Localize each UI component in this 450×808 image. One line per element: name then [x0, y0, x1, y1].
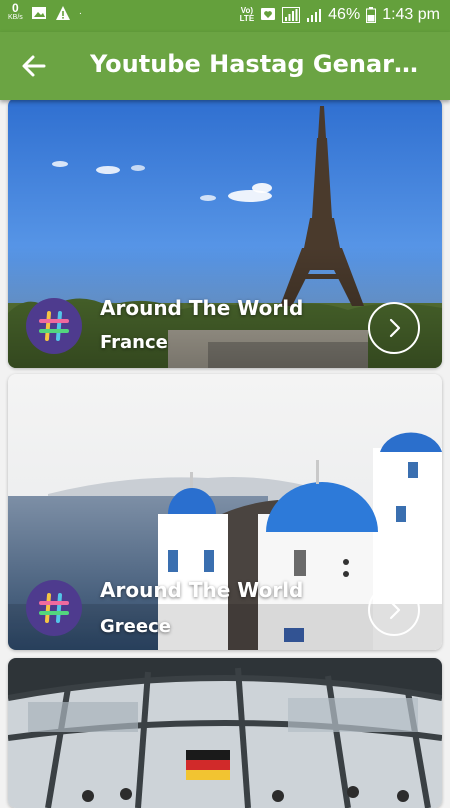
- net-speed-unit: KB/s: [8, 14, 23, 21]
- card-subtitle: France: [100, 332, 168, 353]
- card-title: Around The World: [100, 578, 304, 602]
- hashtag-icon: [39, 593, 69, 623]
- battery-percent: 46%: [328, 6, 361, 23]
- signal-icon: [307, 9, 322, 22]
- volte-bottom: LTE: [239, 14, 255, 23]
- page-title: Youtube Hastag Genarat…: [90, 50, 425, 78]
- hashtag-badge: [26, 298, 82, 354]
- destination-card[interactable]: [8, 658, 442, 808]
- hashtag-badge: [26, 580, 82, 636]
- app-bar: Youtube Hastag Genarat…: [0, 32, 450, 100]
- open-card-button[interactable]: [368, 584, 420, 636]
- destination-card[interactable]: Around The World France: [8, 98, 442, 368]
- clock: 1:43 pm: [382, 6, 440, 23]
- status-bar: 0 KB/s · Vo) LTE 46% 1:43 pm: [0, 0, 450, 32]
- chevron-right-icon: [389, 318, 401, 338]
- battery-icon: [366, 7, 377, 23]
- chat-icon: [261, 8, 276, 20]
- net-speed: 0 KB/s: [8, 1, 23, 22]
- volte-indicator: Vo) LTE: [240, 7, 255, 23]
- card-subtitle: Greece: [100, 616, 171, 637]
- hashtag-icon: [39, 311, 69, 341]
- open-card-button[interactable]: [368, 302, 420, 354]
- chevron-right-icon: [389, 600, 401, 620]
- card-title: Around The World: [100, 296, 304, 320]
- net-speed-value: 0: [12, 1, 19, 15]
- status-dot: ·: [78, 7, 83, 19]
- gallery-icon: [31, 7, 46, 19]
- card-image-glass-dome: [8, 658, 442, 808]
- warning-icon: [55, 6, 70, 20]
- signal-icon: [282, 7, 301, 23]
- destination-card[interactable]: Around The World Greece: [8, 374, 442, 650]
- back-arrow-icon[interactable]: [18, 50, 50, 82]
